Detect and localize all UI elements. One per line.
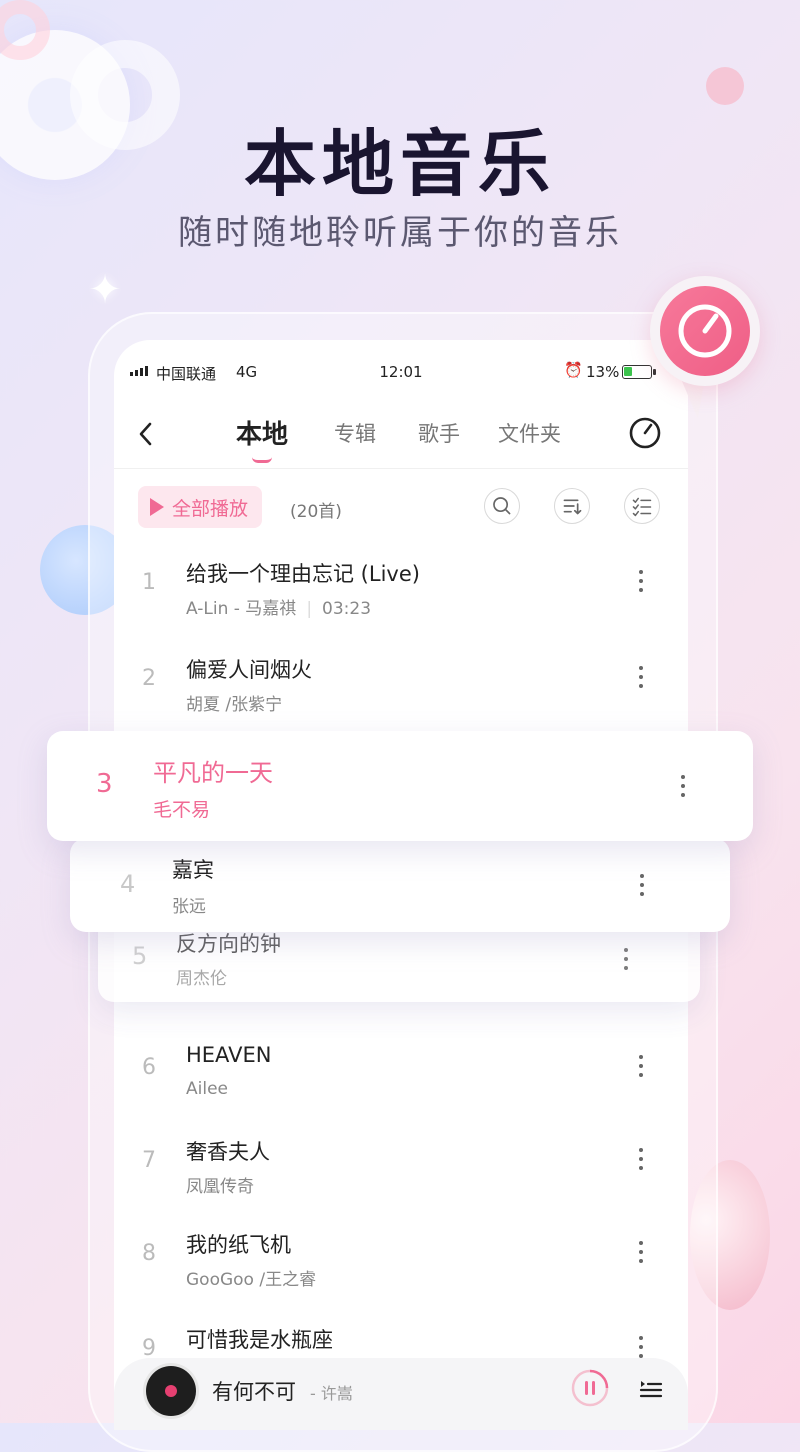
play-all-label: 全部播放 <box>172 497 249 520</box>
list-toolbar: 全部播放 (20首) <box>114 486 688 530</box>
timer-icon <box>660 286 750 376</box>
track-number: 5 <box>132 942 148 970</box>
battery-percent: 13% <box>586 363 620 381</box>
sparkle-icon: ✦ <box>88 267 122 313</box>
tab-album[interactable]: 专辑 <box>334 418 376 448</box>
song-title: 可惜我是水瓶座 <box>186 1328 333 1352</box>
track-number: 1 <box>142 570 156 595</box>
song-artist: 毛不易 <box>153 799 211 821</box>
more-vertical-icon[interactable] <box>636 570 646 600</box>
divider <box>114 468 688 469</box>
track-number: 3 <box>96 769 113 799</box>
now-playing-title: 有何不可 <box>212 1380 296 1404</box>
back-icon[interactable] <box>132 416 160 452</box>
tab-local[interactable]: 本地 <box>236 414 288 463</box>
song-artist: 凤凰传奇 <box>186 1177 254 1197</box>
track-number: 8 <box>142 1241 156 1266</box>
track-number: 6 <box>142 1055 156 1080</box>
song-artist: 胡夏 /张紫宁 <box>186 695 283 715</box>
song-title: 嘉宾 <box>172 858 214 882</box>
timer-icon[interactable] <box>628 416 662 450</box>
sort-icon[interactable] <box>554 488 590 524</box>
more-vertical-icon[interactable] <box>636 666 646 696</box>
checklist-icon[interactable] <box>624 488 660 524</box>
song-count: (20首) <box>290 502 342 522</box>
tab-artist[interactable]: 歌手 <box>418 418 460 448</box>
now-playing-artist: - 许嵩 <box>310 1384 353 1403</box>
more-vertical-icon[interactable] <box>636 1055 646 1085</box>
song-card-4[interactable]: 4 嘉宾 张远 <box>70 838 730 932</box>
list-item[interactable]: 7 奢香夫人 凤凰传奇 <box>114 1118 688 1212</box>
play-icon <box>150 498 164 516</box>
tab-folder[interactable]: 文件夹 <box>498 418 561 448</box>
decor-dot <box>706 67 744 105</box>
song-title: 偏爱人间烟火 <box>186 658 312 682</box>
song-artist: Ailee <box>186 1079 228 1099</box>
alarm-icon: ⏰ <box>564 361 583 379</box>
battery-icon <box>622 365 656 379</box>
mini-player[interactable]: 有何不可 - 许嵩 <box>114 1358 688 1430</box>
pause-icon[interactable] <box>570 1368 610 1408</box>
more-vertical-icon[interactable] <box>636 1241 646 1271</box>
list-item[interactable]: 1 给我一个理由忘记 (Live) A-Lin - 马嘉祺 | 03:23 <box>114 540 688 634</box>
song-artist: A-Lin - 马嘉祺 | 03:23 <box>186 599 372 619</box>
playlist-icon[interactable] <box>638 1376 664 1402</box>
more-vertical-icon[interactable] <box>640 874 644 896</box>
track-number: 7 <box>142 1148 156 1173</box>
hero-title: 本地音乐 <box>243 122 556 206</box>
timer-badge[interactable] <box>650 276 760 386</box>
more-vertical-icon[interactable] <box>636 1148 646 1178</box>
song-duration: 03:23 <box>322 599 372 619</box>
song-title: 平凡的一天 <box>153 759 273 787</box>
song-artist: 周杰伦 <box>176 969 227 989</box>
song-title: 我的纸飞机 <box>186 1233 291 1257</box>
more-vertical-icon[interactable] <box>624 948 628 970</box>
song-title: 反方向的钟 <box>176 932 281 956</box>
top-nav: 本地 专辑 歌手 文件夹 <box>114 410 688 463</box>
song-card-playing[interactable]: 3 平凡的一天 毛不易 <box>47 731 753 841</box>
more-vertical-icon[interactable] <box>681 775 685 797</box>
status-bar: 中国联通 4G 12:01 ⏰ 13% <box>114 360 688 386</box>
song-title: HEAVEN <box>186 1043 272 1067</box>
album-disc-icon[interactable] <box>146 1366 196 1416</box>
song-artist: 张远 <box>172 897 206 917</box>
list-item[interactable]: 2 偏爱人间烟火 胡夏 /张紫宁 <box>114 636 688 730</box>
list-item[interactable]: 6 HEAVEN Ailee <box>114 1025 688 1119</box>
track-number: 4 <box>120 870 136 898</box>
list-item[interactable]: 8 我的纸飞机 GooGoo /王之睿 <box>114 1211 688 1305</box>
song-title: 给我一个理由忘记 (Live) <box>186 562 420 586</box>
song-artist: GooGoo /王之睿 <box>186 1270 317 1290</box>
track-number: 2 <box>142 666 156 691</box>
search-icon[interactable] <box>484 488 520 524</box>
song-title: 奢香夫人 <box>186 1140 270 1164</box>
play-all-button[interactable]: 全部播放 <box>138 486 263 528</box>
hero-subtitle: 随时随地聆听属于你的音乐 <box>178 213 622 253</box>
